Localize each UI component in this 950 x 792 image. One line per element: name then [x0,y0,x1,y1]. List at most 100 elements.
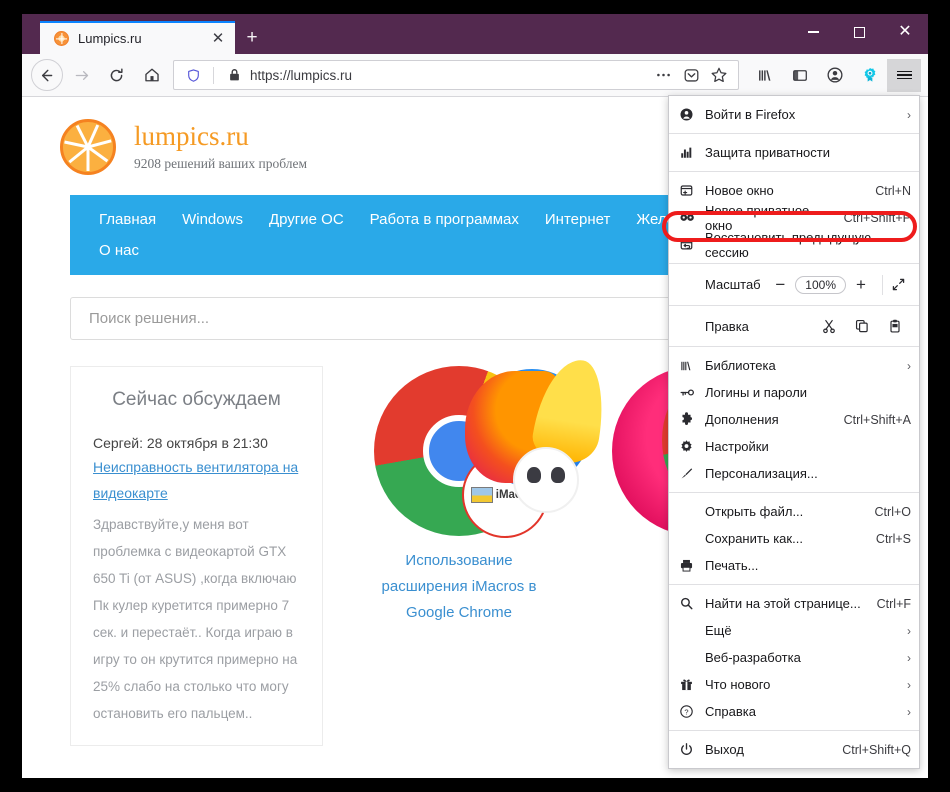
library-icon [679,359,702,373]
menu-item-print[interactable]: Печать... [669,552,919,579]
bookmark-star-icon[interactable] [706,62,732,88]
cut-icon[interactable] [812,318,845,334]
firefox-logo-icon [465,354,615,513]
zoom-level-value[interactable]: 100% [795,275,846,294]
edit-label: Правка [705,318,749,334]
menu-label: Что нового [705,677,771,692]
pocket-icon[interactable] [678,62,704,88]
menu-item-customize[interactable]: Персонализация... [669,460,919,487]
menu-item-sign-in-firefox[interactable]: Войти в Firefox › [669,101,919,128]
forward-button[interactable] [64,59,99,92]
menu-label: Сохранить как... [705,531,803,546]
paste-icon[interactable] [878,318,911,334]
post-body: Здравствуйте,у меня вот проблемка с виде… [93,516,298,721]
window-controls: ✕ [790,14,928,50]
orange-slice-logo-icon [60,119,116,175]
menu-divider [669,133,919,134]
menu-divider [669,584,919,585]
url-text: https://lumpics.ru [250,67,353,83]
sidebar-panel-icon[interactable] [782,59,817,92]
menu-shortcut: Ctrl+O [874,504,911,519]
tab-favicon-orange-icon [54,31,69,46]
menu-shortcut: Ctrl+F [876,596,911,611]
copy-icon[interactable] [845,318,878,334]
menu-label: Восстановить предыдущую сессию [705,229,872,260]
post-link[interactable]: Неисправность вентилятора на видеокарте [93,459,298,501]
site-brand[interactable]: lumpics.ru 9208 решений ваших проблем [134,121,307,172]
menu-item-quit[interactable]: Выход Ctrl+Shift+Q [669,736,919,763]
menu-item-help[interactable]: ? Справка › [669,698,919,725]
minimize-button[interactable] [790,14,836,50]
svg-text:?: ? [684,708,688,717]
menu-divider [669,492,919,493]
menu-label: Войти в Firefox [705,107,796,122]
nav-item-programs[interactable]: Работа в программах [357,204,532,235]
application-menu-button[interactable] [887,58,921,92]
page-actions-meatball-icon[interactable] [650,62,676,88]
menu-item-library[interactable]: Библиотека › [669,352,919,379]
tracking-protection-shield-icon[interactable] [180,62,206,88]
menu-item-restore-previous-session[interactable]: Восстановить предыдущую сессию [669,229,919,260]
firefox-article-thumb[interactable] [440,354,640,513]
zoom-in-button[interactable]: + [846,275,876,295]
account-icon[interactable] [817,59,852,92]
zoom-out-button[interactable]: − [765,275,795,295]
menu-label: Справка [705,704,756,719]
address-bar[interactable]: https://lumpics.ru [173,60,739,90]
menu-label: Печать... [705,558,759,573]
lock-icon[interactable] [221,62,247,88]
menu-divider [669,263,919,264]
menu-item-open-file[interactable]: Открыть файл... Ctrl+O [669,498,919,525]
chevron-right-icon: › [907,107,911,122]
nav-item-about[interactable]: О нас [86,235,226,266]
library-icon[interactable] [747,59,782,92]
nav-item-other-os[interactable]: Другие ОС [256,204,357,235]
zoom-label: Масштаб [705,277,761,292]
chevron-right-icon: › [907,677,911,692]
menu-label: Открыть файл... [705,504,804,519]
maximize-button[interactable] [836,14,882,50]
menu-shortcut: Ctrl+S [875,531,911,546]
menu-item-find-in-page[interactable]: Найти на этой странице... Ctrl+F [669,590,919,617]
navigation-toolbar: https://lumpics.ru [22,54,928,97]
menu-item-web-development[interactable]: Веб-разработка › [669,644,919,671]
menu-label: Найти на этой странице... [705,596,861,611]
tab-strip: Lumpics.ru ✕ + [22,14,269,54]
post-meta: Сергей: 28 октября в 21:30 [93,435,268,451]
fullscreen-icon[interactable] [883,277,913,292]
reload-button[interactable] [99,59,134,92]
back-button[interactable] [29,59,64,92]
extension-gear-icon[interactable] [852,59,887,92]
menu-shortcut: Ctrl+N [875,183,911,198]
menu-item-new-window[interactable]: Новое окно Ctrl+N [669,177,919,204]
browser-tab[interactable]: Lumpics.ru ✕ [40,21,235,54]
menu-divider [669,730,919,731]
chevron-right-icon: › [907,704,911,719]
chevron-right-icon: › [907,623,911,638]
power-icon [679,742,702,757]
nav-item-internet[interactable]: Интернет [532,204,623,235]
new-tab-button[interactable]: + [235,21,269,54]
close-button[interactable]: ✕ [882,14,928,50]
menu-item-privacy-protection[interactable]: Защита приватности [669,139,919,166]
brush-icon [679,466,702,481]
menu-item-new-private-window[interactable]: Новое приватное окно Ctrl+Shift+P [669,203,919,233]
menu-label: Персонализация... [705,466,818,481]
menu-item-whats-new[interactable]: Что нового › [669,671,919,698]
sidebar-heading: Сейчас обсуждаем [112,389,281,410]
home-button[interactable] [134,59,169,92]
menu-shortcut: Ctrl+Shift+Q [842,742,911,757]
address-bar-divider [213,66,214,84]
menu-item-settings[interactable]: Настройки [669,433,919,460]
nav-item-windows[interactable]: Windows [169,204,256,235]
menu-item-logins-passwords[interactable]: Логины и пароли [669,379,919,406]
menu-edit-row: Правка [669,311,919,341]
chevron-right-icon: › [907,650,911,665]
menu-item-save-as[interactable]: Сохранить как... Ctrl+S [669,525,919,552]
menu-item-more[interactable]: Ещё › [669,617,919,644]
nav-item-glavnaya[interactable]: Главная [86,204,169,235]
menu-shortcut: Ctrl+Shift+A [843,412,911,427]
menu-item-addons[interactable]: Дополнения Ctrl+Shift+A [669,406,919,433]
tab-close-icon[interactable]: ✕ [207,28,229,50]
privacy-shield-chart-icon [679,145,702,160]
